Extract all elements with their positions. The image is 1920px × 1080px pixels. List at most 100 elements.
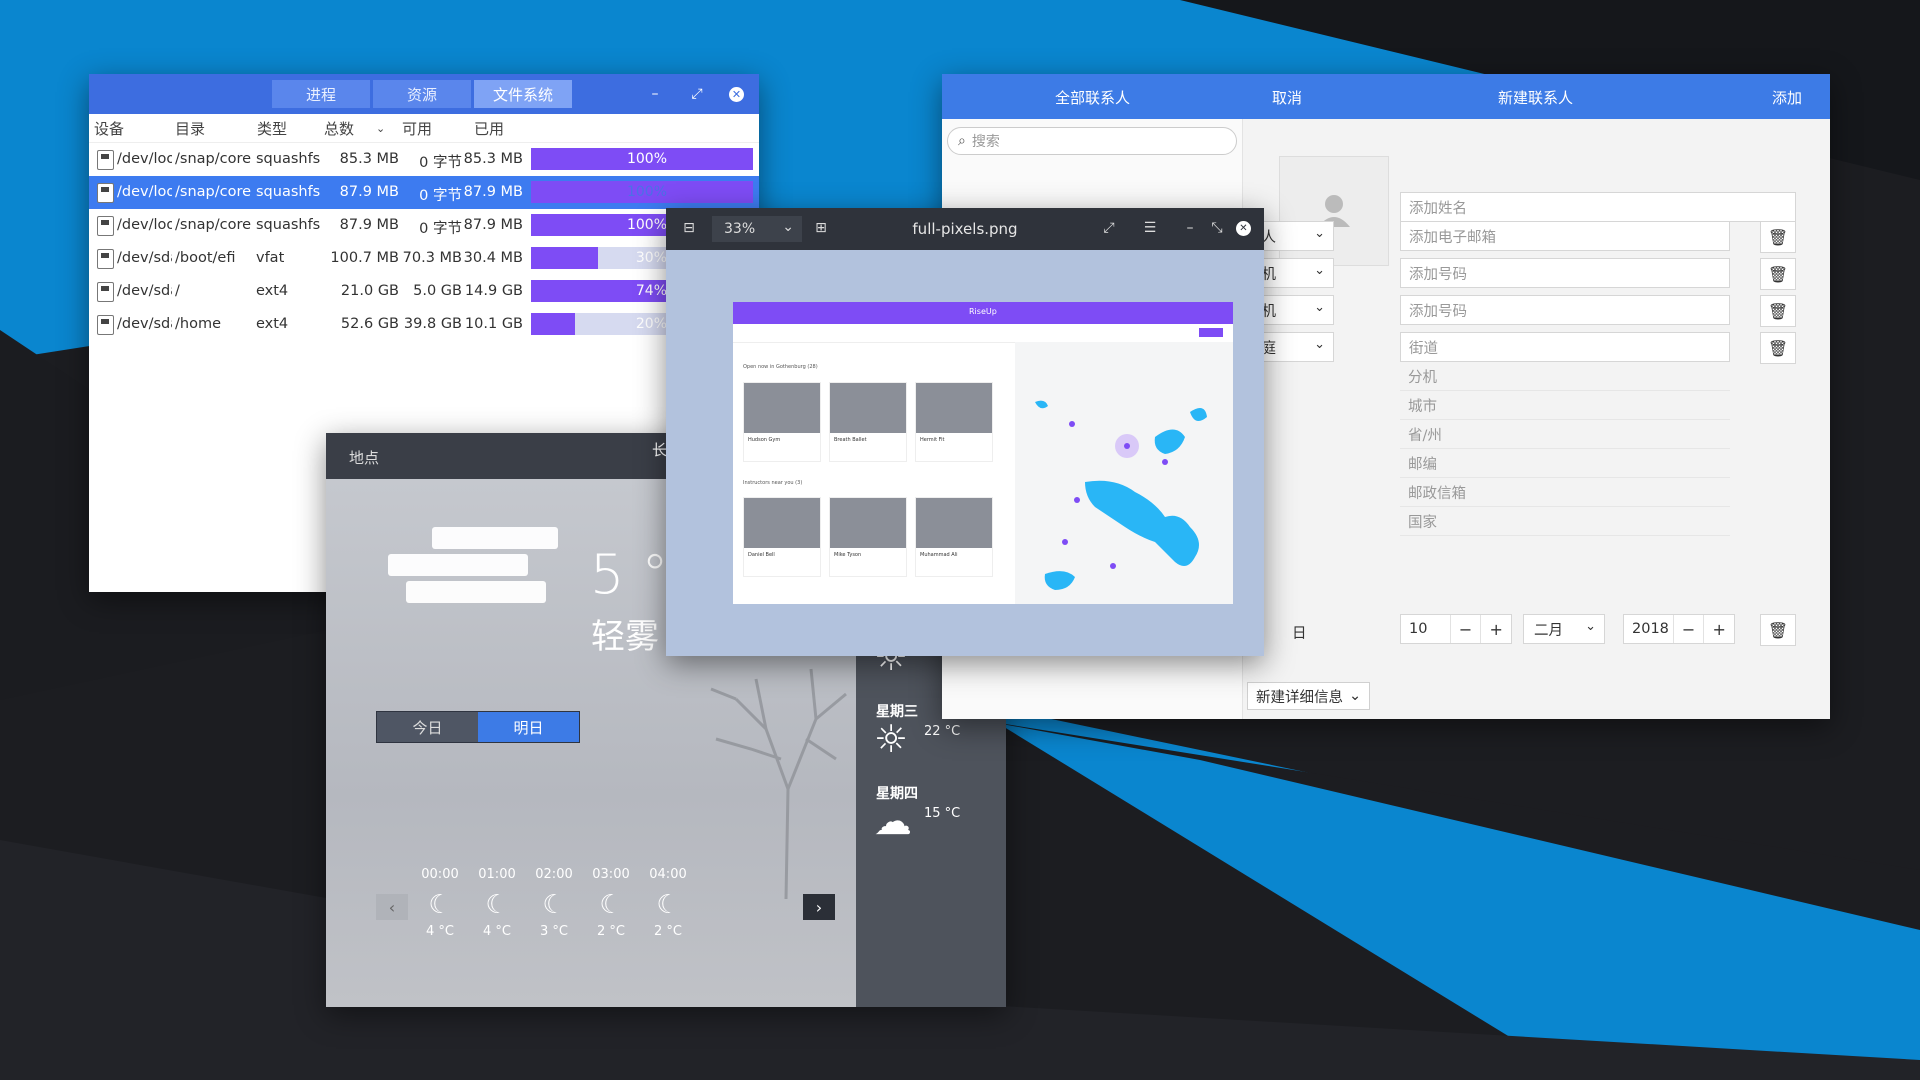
col-directory[interactable]: 目录 — [175, 118, 205, 139]
address-input[interactable]: 国家 — [1400, 507, 1730, 536]
forecast-day: 星期四 ☁ 15 °C — [856, 783, 1006, 863]
preview-header: RiseUp — [733, 302, 1233, 324]
tree-background — [710, 668, 847, 899]
menu-icon[interactable]: ☰ — [1141, 219, 1159, 237]
trash-icon: 🗑 — [1767, 264, 1789, 284]
address-input[interactable]: 分机 — [1400, 362, 1730, 391]
usage-percent: 100% — [626, 217, 667, 233]
minimize-button[interactable]: – — [1181, 219, 1199, 237]
month-select[interactable]: 二月 ⌄ — [1523, 614, 1605, 644]
table-row[interactable]: /dev/sda/boot/efi vfat 100.7 MB70.3 MB30.4… — [89, 242, 759, 275]
delete-button[interactable]: 🗑 — [1760, 221, 1796, 253]
cell-total: 85.3 MB — [339, 151, 399, 167]
address-input[interactable]: 省/州 — [1400, 420, 1730, 449]
close-button[interactable]: ✕ — [1236, 221, 1251, 236]
day-increment-button[interactable]: + — [1480, 615, 1511, 643]
preview-photo — [916, 383, 992, 433]
moon-cloud-icon: ☾ — [485, 890, 509, 920]
cell-free: 0 字节 — [419, 188, 462, 204]
hours-next-button[interactable]: › — [803, 894, 835, 920]
name-field[interactable]: 添加姓名 — [1400, 192, 1796, 222]
cancel-button[interactable]: 取消 — [1272, 87, 1302, 108]
cell-total: 87.9 MB — [339, 184, 399, 200]
day-spinner[interactable]: 10 − + — [1400, 614, 1512, 644]
fog-icon — [432, 527, 558, 549]
table-row[interactable]: /dev/loop/snap/coresquashfs85.3 MB0 字节85… — [89, 143, 759, 176]
preview-button — [1199, 328, 1223, 337]
cell-used: 85.3 MB — [463, 151, 523, 167]
cell-total: 100.7 MB — [330, 250, 399, 266]
preview-card: Hudson Gym — [743, 382, 821, 462]
cell-free: 5.0 GB — [413, 283, 462, 299]
col-total[interactable]: 总数 — [324, 118, 354, 139]
col-used[interactable]: 已用 — [474, 118, 504, 139]
fullscreen-icon[interactable]: ⤢ — [1100, 219, 1118, 237]
fog-icon-line — [406, 581, 546, 603]
cell-directory: /snap/core — [175, 217, 252, 233]
add-button[interactable]: 添加 — [1772, 87, 1802, 108]
value-input[interactable]: 添加电子邮箱 — [1400, 221, 1730, 251]
preview-card-title: Breath Ballet — [834, 437, 867, 443]
table-row[interactable]: /dev/loop/snap/coresquashfs87.9 MB0 字节87… — [89, 176, 759, 209]
minimize-button[interactable]: – — [645, 84, 665, 104]
cell-type: ext4 — [256, 316, 289, 332]
delete-birthday-button[interactable]: 🗑 — [1760, 614, 1796, 646]
cell-type: squashfs — [256, 151, 321, 167]
day-decrement-button[interactable]: − — [1449, 615, 1481, 643]
year-increment-button[interactable]: + — [1703, 615, 1734, 643]
preview-toolbar — [733, 324, 1233, 343]
sort-chevron-down-icon: ⌄ — [376, 121, 386, 135]
usage-bar-fill — [531, 313, 576, 335]
tab-filesystems[interactable]: 文件系统 — [474, 80, 572, 108]
value-input[interactable]: 添加号码 — [1400, 295, 1730, 325]
window-controls: – ⤢ ✕ — [645, 74, 744, 114]
more-details-button[interactable]: 新建详细信息 ⌄ — [1247, 682, 1371, 710]
cell-free: 39.8 GB — [403, 316, 462, 332]
street-input[interactable]: 街道 — [1400, 332, 1730, 362]
year-decrement-button[interactable]: − — [1672, 615, 1704, 643]
cell-directory: /snap/core — [175, 184, 252, 200]
col-free[interactable]: 可用 — [402, 118, 432, 139]
delete-button[interactable]: 🗑 — [1760, 295, 1796, 327]
preview-photo — [830, 498, 906, 548]
col-device[interactable]: 设备 — [94, 118, 124, 139]
hour-item: 02:00 ☾ 3 °C — [524, 867, 584, 939]
cell-device: /dev/sda — [117, 316, 172, 332]
trash-icon: 🗑 — [1767, 301, 1789, 321]
year-spinner[interactable]: 2018 − + — [1623, 614, 1735, 644]
hour-time: 02:00 — [535, 867, 573, 882]
address-input[interactable]: 城市 — [1400, 391, 1730, 420]
cell-total: 21.0 GB — [340, 283, 399, 299]
trash-icon: 🗑 — [1767, 620, 1789, 640]
close-button[interactable]: ✕ — [729, 86, 744, 102]
preview-card-title: Hudson Gym — [748, 437, 781, 443]
preview-card: Daniel Bell — [743, 497, 821, 577]
today-button[interactable]: 今日 — [377, 712, 478, 742]
image-preview: RiseUp Open now in Gothenburg (28) Hudso… — [733, 302, 1233, 604]
delete-button[interactable]: 🗑 — [1760, 258, 1796, 290]
table-row[interactable]: /dev/sda/ ext4 21.0 GB 5.0 GB14.9 GB 74% — [89, 275, 759, 308]
table-row[interactable]: /dev/loop/snap/coresquashfs87.9 MB0 字节87… — [89, 209, 759, 242]
more-details-label: 新建详细信息 — [1256, 689, 1343, 706]
hours-prev-button[interactable]: ‹ — [376, 894, 408, 920]
maximize-button[interactable]: ⤢ — [687, 84, 707, 104]
tab-resources[interactable]: 资源 — [373, 80, 471, 108]
tomorrow-button[interactable]: 明日 — [478, 712, 579, 742]
address-input[interactable]: 邮编 — [1400, 449, 1730, 478]
delete-button[interactable]: 🗑 — [1760, 332, 1796, 364]
maximize-button[interactable]: ⤡ — [1208, 219, 1226, 237]
address-input[interactable]: 邮政信箱 — [1400, 478, 1730, 507]
search-input[interactable]: ⌕ 搜索 — [947, 127, 1237, 155]
usage-percent: 100% — [626, 184, 667, 200]
forecast-temp: 15 °C — [924, 806, 961, 821]
value-input[interactable]: 添加号码 — [1400, 258, 1730, 288]
search-icon: ⌕ — [958, 133, 966, 149]
day-toggle: 今日 明日 — [376, 711, 580, 743]
cell-device: /dev/loop — [117, 184, 172, 200]
drive-icon — [97, 150, 114, 170]
drive-icon — [97, 282, 114, 302]
tab-processes[interactable]: 进程 — [272, 80, 370, 108]
col-type[interactable]: 类型 — [257, 118, 287, 139]
table-row[interactable]: /dev/sda/home ext4 52.6 GB39.8 GB10.1 GB 20… — [89, 308, 759, 341]
cell-free: 0 字节 — [419, 155, 462, 171]
